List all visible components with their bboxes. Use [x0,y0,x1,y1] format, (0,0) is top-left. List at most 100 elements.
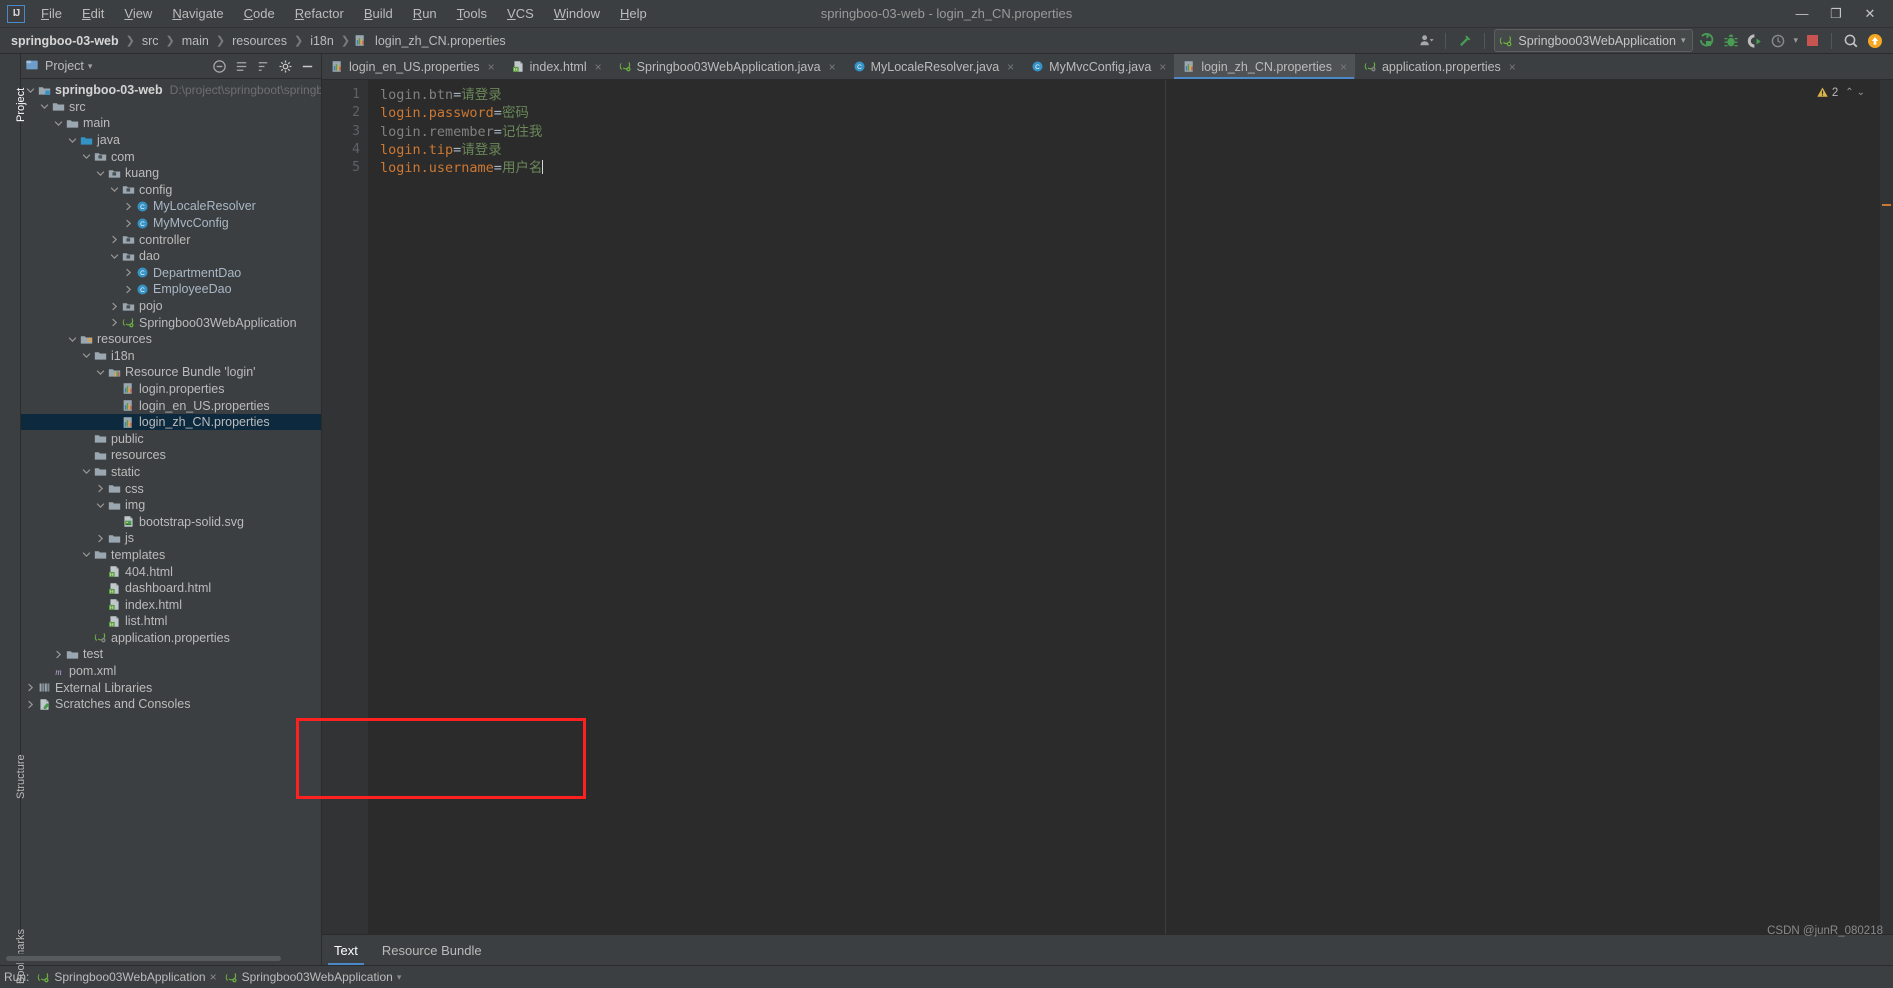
tree-node-login-zh-cn-properties[interactable]: login_zh_CN.properties [21,413,321,431]
menu-item-tools[interactable]: Tools [447,3,497,24]
breadcrumb-item-0[interactable]: springboo-03-web [8,33,122,49]
chevron-down-icon[interactable] [53,118,64,129]
settings-gear-icon[interactable] [275,56,295,76]
tree-node-bootstrap-solid-svg[interactable]: bootstrap-solid.svg [21,513,321,530]
editor-tab-mylocaleresolver-java[interactable]: C MyLocaleResolver.java × [844,54,1023,79]
menu-item-vcs[interactable]: VCS [497,3,544,24]
chevron-down-icon[interactable] [25,85,36,96]
profile-chevron-down-icon[interactable]: ▾ [1793,35,1798,46]
expand-all-icon[interactable] [231,56,251,76]
menu-item-run[interactable]: Run [403,3,447,24]
profile-icon[interactable] [1769,31,1789,51]
maximize-button[interactable]: ❐ [1819,1,1853,27]
chevron-right-icon[interactable] [109,317,120,328]
chevron-right-icon[interactable] [109,301,120,312]
minimize-button[interactable]: — [1785,1,1819,27]
run-configuration-selector[interactable]: Springboo03WebApplication ▾ [1494,29,1694,52]
breadcrumb-item-3[interactable]: resources [229,33,290,49]
tree-node-dashboard-html[interactable]: Hdashboard.html [21,580,321,597]
tree-node-css[interactable]: css [21,480,321,497]
tree-node-external-libraries[interactable]: External Libraries [21,679,321,696]
project-tree[interactable]: springboo-03-web D:\project\springboot\sp… [21,79,321,965]
editor-tab-login-en-us-properties[interactable]: login_en_US.properties × [322,54,503,79]
build-hammer-icon[interactable] [1455,31,1475,51]
close-icon[interactable]: × [595,60,602,74]
chevron-down-icon[interactable] [95,367,106,378]
stop-icon[interactable] [1802,31,1822,51]
tree-node-dao[interactable]: dao [21,248,321,265]
chevron-down-icon[interactable] [95,500,106,511]
tree-node-mymvcconfig[interactable]: C MyMvcConfig [21,215,321,232]
tree-node-src[interactable]: src [21,99,321,116]
update-icon[interactable] [1865,31,1885,51]
prev-problem-icon[interactable]: ⌃ [1845,87,1853,98]
close-icon[interactable]: × [1159,60,1166,74]
user-icon[interactable] [1416,31,1436,51]
tree-node-employeedao[interactable]: C EmployeeDao [21,281,321,298]
chevron-down-icon[interactable] [81,350,92,361]
chevron-right-icon[interactable] [109,234,120,245]
breadcrumb-item-5[interactable]: login_zh_CN.properties [372,33,509,49]
chevron-right-icon[interactable] [123,267,134,278]
sort-icon[interactable] [253,56,273,76]
editor-tab-mymvcconfig-java[interactable]: C MyMvcConfig.java × [1022,54,1174,79]
tree-node-login-properties[interactable]: login.properties [21,381,321,398]
tree-node-com[interactable]: com [21,148,321,165]
chevron-down-icon[interactable] [109,251,120,262]
menu-item-build[interactable]: Build [354,3,403,24]
tree-node-resources[interactable]: resources [21,331,321,348]
menu-item-code[interactable]: Code [234,3,285,24]
editor-gutter[interactable]: 1 2 3 4 5 [322,80,368,934]
tree-node-java[interactable]: java [21,132,321,149]
menu-item-file[interactable]: File [31,3,72,24]
close-icon[interactable]: × [1340,60,1347,74]
marker-stripe[interactable] [1882,204,1891,206]
chevron-right-icon[interactable] [123,284,134,295]
tree-node-resources[interactable]: resources [21,447,321,464]
chevron-right-icon[interactable] [95,483,106,494]
chevron-right-icon[interactable] [25,699,36,710]
menu-item-help[interactable]: Help [610,3,657,24]
editor-bottom-tabs[interactable]: Text Resource Bundle [322,934,1893,965]
menu-item-navigate[interactable]: Navigate [162,3,233,24]
tree-node-test[interactable]: test [21,646,321,663]
bottom-tab-text[interactable]: Text [322,935,370,965]
breadcrumb-item-4[interactable]: i18n [307,33,337,49]
editor-tab-index-html[interactable]: Hindex.html × [503,54,610,79]
chevron-right-icon[interactable] [25,682,36,693]
project-chevron-down-icon[interactable]: ▾ [88,61,93,72]
close-icon[interactable]: × [829,60,836,74]
chevron-down-icon[interactable] [67,135,78,146]
tree-node-public[interactable]: public [21,430,321,447]
bottom-tab-resource-bundle[interactable]: Resource Bundle [370,935,494,965]
chevron-down-icon[interactable] [81,466,92,477]
hide-panel-icon[interactable] [297,56,317,76]
tree-node-pojo[interactable]: pojo [21,298,321,315]
tree-node-404-html[interactable]: H 404.html [21,563,321,580]
editor-tab-springboo03webapplication-java[interactable]: Springboo03WebApplication.java × [610,54,844,79]
tree-node-list-html[interactable]: Hlist.html [21,613,321,630]
chevron-down-icon[interactable] [95,168,106,179]
status-run-item-2[interactable]: Springboo03WebApplication ▾ [225,970,401,984]
chevron-right-icon[interactable] [53,649,64,660]
tree-node-scratches-and-consoles[interactable]: Scratches and Consoles [21,696,321,713]
tree-node-departmentdao[interactable]: C DepartmentDao [21,265,321,282]
editor-tab-login-zh-cn-properties[interactable]: login_zh_CN.properties × [1174,54,1355,79]
menu-item-view[interactable]: View [114,3,162,24]
search-everywhere-icon[interactable] [1841,31,1861,51]
tree-node-main[interactable]: main [21,115,321,132]
breadcrumb-item-2[interactable]: main [179,33,212,49]
chevron-down-icon[interactable] [81,549,92,560]
next-problem-icon[interactable]: ⌄ [1857,87,1865,98]
run-icon[interactable] [1697,31,1717,51]
close-icon[interactable]: × [1007,60,1014,74]
tree-node-kuang[interactable]: kuang [21,165,321,182]
breadcrumb-item-1[interactable]: src [139,33,162,49]
tree-node-mylocaleresolver[interactable]: C MyLocaleResolver [21,198,321,215]
tree-node-config[interactable]: config [21,182,321,199]
breadcrumb[interactable]: springboo-03-web ❯ src ❯ main ❯ resources ❯ i18n… [0,33,509,49]
tree-node-static[interactable]: static [21,464,321,481]
tree-node-templates[interactable]: templates [21,547,321,564]
debug-icon[interactable] [1721,31,1741,51]
tree-node-springboo03webapplication[interactable]: Springboo03WebApplication [21,314,321,331]
